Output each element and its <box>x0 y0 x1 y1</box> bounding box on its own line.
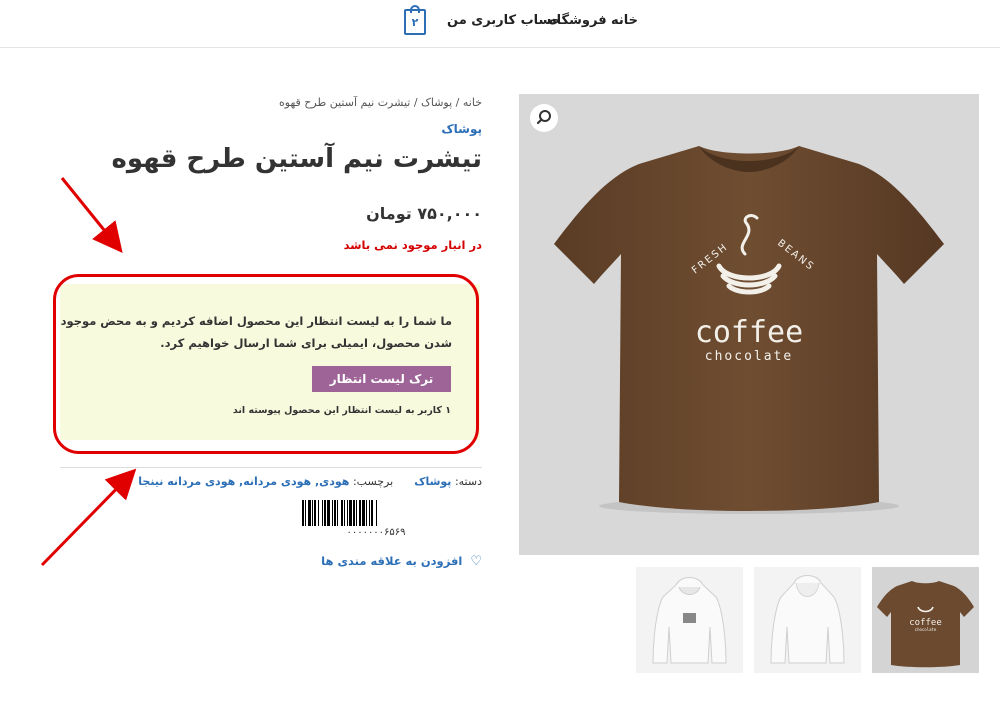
meta-tags-links[interactable]: هودی, هودی مردانه, هودی مردانه نینجا <box>138 475 349 488</box>
svg-text:chocolate: chocolate <box>915 627 937 632</box>
product-main-image[interactable]: FRESH BEANS coffee chocolate <box>519 94 979 555</box>
bag-handle <box>410 5 420 13</box>
product-price: ۷۵۰,۰۰۰ تومان <box>366 204 482 223</box>
tags-label: برچسب: <box>352 475 394 488</box>
zoom-button[interactable] <box>530 104 558 132</box>
heart-icon: ♡ <box>470 554 482 569</box>
meta-category-link[interactable]: پوشاک <box>414 475 451 488</box>
product-meta: دسته: پوشاک برچسب: هودی, هودی مردانه, هو… <box>138 475 482 488</box>
search-icon <box>536 110 551 125</box>
waitlist-message: ما شما را به لیست انتظار این محصول اضافه… <box>60 314 452 350</box>
annotation-arrow-top <box>60 177 123 253</box>
leave-waitlist-button[interactable]: ترک لیست انتظار <box>312 366 451 392</box>
product-title: تیشرت نیم آستین طرح قهوه <box>111 144 482 174</box>
barcode-bar <box>377 500 379 526</box>
waitlist-subscriber-count: ۱ کاربر به لیست انتظار این محصول پیوسته … <box>232 405 451 416</box>
nav-my-account[interactable]: حساب کاربری من <box>447 13 561 28</box>
waitlist-notice <box>60 284 480 440</box>
site-header: خانه فروشگاه حساب کاربری من ۲ <box>0 0 1000 48</box>
add-to-wishlist-link[interactable]: ♡ افزودن به علاقه مندی ها <box>321 554 482 569</box>
cart-count: ۲ <box>411 16 419 29</box>
category-label: دسته: <box>454 475 482 488</box>
nav-home[interactable]: خانه <box>611 13 638 28</box>
tshirt-image: FRESH BEANS coffee chocolate <box>554 146 944 514</box>
shopping-bag-icon[interactable]: ۲ <box>404 5 426 35</box>
logo-sub-text: chocolate <box>705 349 793 364</box>
divider <box>60 467 482 468</box>
logo-brand-text: coffee <box>695 315 803 350</box>
stock-status: در انبار موجود نمی باشد <box>343 238 482 252</box>
barcode-number: ۰۰۰۰۰۰۰۶۵۶۹ <box>346 527 406 538</box>
thumbnail-hoodie-back[interactable] <box>754 567 861 673</box>
product-category-link[interactable]: پوشاک <box>441 122 482 136</box>
barcode <box>302 500 450 526</box>
annotation-arrow-bottom <box>40 468 137 567</box>
wishlist-label: افزودن به علاقه مندی ها <box>321 554 463 568</box>
thumbnail-hoodie-front[interactable] <box>636 567 743 673</box>
breadcrumb[interactable]: خانه / پوشاک / تیشرت نیم آستین طرح قهوه <box>279 96 482 109</box>
thumbnail-tshirt[interactable]: coffee chocolate <box>872 567 979 673</box>
